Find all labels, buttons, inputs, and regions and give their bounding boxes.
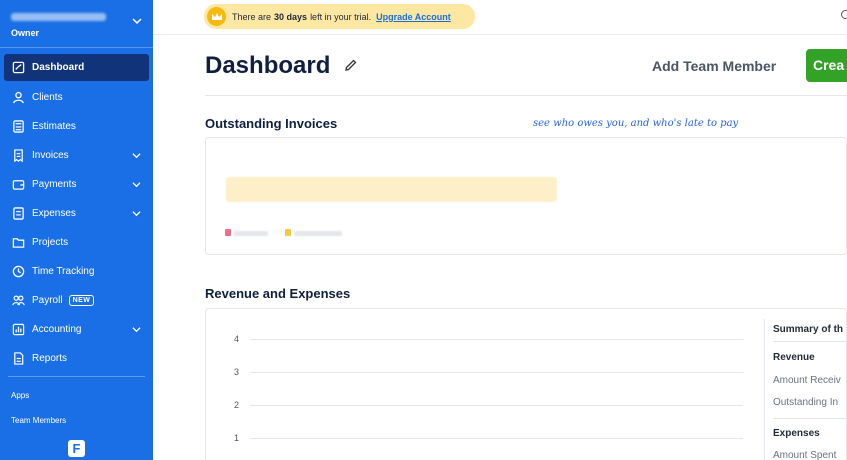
user-icon (11, 91, 25, 105)
trial-days: 30 days (274, 11, 308, 22)
sidebar-item-label: Expenses (32, 208, 76, 219)
legend-swatch-pink (225, 229, 231, 236)
trial-text-suffix: left in your trial. (310, 11, 372, 22)
grid-line (250, 405, 743, 406)
sidebar-item-invoices[interactable]: Invoices (4, 141, 149, 170)
y-tick-label: 3 (234, 367, 240, 377)
team-icon (11, 294, 25, 308)
grid-line (250, 438, 743, 439)
add-team-member-button[interactable]: Add Team Member (652, 58, 776, 74)
revenue-expenses-title: Revenue and Expenses (205, 286, 351, 301)
sidebar-item-label: Clients (32, 92, 63, 103)
wallet-icon (11, 178, 25, 192)
invoices-bar-placeholder (226, 177, 557, 202)
sidebar-item-label: Accounting (32, 324, 82, 335)
grid-line (250, 372, 743, 373)
summary-title: Summary of th (773, 324, 844, 335)
chevron-down-icon[interactable] (132, 180, 141, 189)
grid-line (250, 339, 743, 340)
new-badge: NEW (68, 295, 95, 306)
page-title: Dashboard (205, 52, 331, 79)
sidebar-link-team-members[interactable]: Team Members (11, 416, 66, 425)
summary-separator (764, 319, 765, 460)
outstanding-invoices-title: Outstanding Invoices (205, 116, 338, 131)
pencil-icon[interactable] (344, 58, 358, 72)
clock-icon (11, 265, 25, 279)
legend-label-blurred (294, 231, 342, 236)
chevron-down-icon[interactable] (132, 209, 141, 218)
trial-text-prefix: There are (232, 11, 272, 22)
sidebar-item-projects[interactable]: Projects (4, 228, 149, 257)
sidebar-nav: Dashboard Clients Estimates Invoices Pay… (4, 54, 149, 373)
sidebar-item-label: Projects (32, 237, 69, 248)
legend-swatch-yellow (285, 229, 291, 236)
sidebar: Owner Dashboard Clients Estimates Invoic… (0, 0, 153, 460)
upgrade-account-link[interactable]: Upgrade Account (376, 12, 451, 22)
summary-outstanding: Outstanding In (773, 397, 839, 408)
y-tick-label: 1 (234, 433, 240, 443)
sidebar-item-label: Payments (32, 179, 77, 190)
sidebar-item-accounting[interactable]: Accounting (4, 315, 149, 344)
create-button[interactable]: Crea (806, 49, 847, 82)
invoice-icon (11, 149, 25, 163)
receipt-icon (11, 207, 25, 221)
bar-chart-icon (11, 323, 25, 337)
summary-amount-received: Amount Receiv (773, 375, 841, 386)
chevron-down-icon[interactable] (132, 16, 142, 26)
sidebar-item-estimates[interactable]: Estimates (4, 112, 149, 141)
folder-icon (11, 236, 25, 250)
sidebar-item-label: Invoices (32, 150, 69, 161)
chevron-down-icon[interactable] (132, 151, 141, 160)
business-switcher[interactable]: Owner (0, 0, 153, 48)
sidebar-item-dashboard[interactable]: Dashboard (4, 54, 149, 81)
dashboard-icon (11, 61, 25, 75)
header-divider (153, 34, 847, 35)
summary-expenses-label: Expenses (773, 428, 820, 439)
sidebar-item-label: Estimates (32, 121, 76, 132)
summary-revenue-label: Revenue (773, 352, 815, 363)
chevron-down-icon[interactable] (132, 325, 141, 334)
sidebar-item-label: Time Tracking (32, 266, 95, 277)
sidebar-item-reports[interactable]: Reports (4, 344, 149, 373)
sidebar-item-clients[interactable]: Clients (4, 83, 149, 112)
sidebar-item-expenses[interactable]: Expenses (4, 199, 149, 228)
report-icon (11, 352, 25, 366)
sidebar-item-payments[interactable]: Payments (4, 170, 149, 199)
summary-amount-spent: Amount Spent (773, 450, 837, 460)
legend-label-blurred (234, 231, 268, 236)
outstanding-invoices-hint: see who owes you, and who's late to pay (533, 118, 739, 129)
title-divider (205, 95, 847, 96)
sidebar-divider (8, 376, 145, 377)
trial-banner: There are 30 days left in your trial. Up… (204, 4, 475, 29)
sidebar-link-apps[interactable]: Apps (11, 391, 29, 400)
business-name-blurred (11, 13, 106, 21)
business-role: Owner (11, 28, 40, 38)
sidebar-item-label: Reports (32, 353, 68, 364)
app-window: Owner Dashboard Clients Estimates Invoic… (0, 0, 847, 460)
y-tick-label: 2 (234, 400, 240, 410)
y-tick-label: 4 (234, 334, 240, 344)
calculator-icon (11, 120, 25, 134)
sidebar-item-label: Payroll (32, 295, 63, 306)
brand-logo: F (68, 440, 85, 457)
crown-icon (207, 7, 226, 26)
sidebar-item-time-tracking[interactable]: Time Tracking (4, 257, 149, 286)
summary-divider (773, 341, 847, 342)
sidebar-item-payroll[interactable]: Payroll NEW (4, 286, 149, 315)
search-icon[interactable] (841, 10, 847, 19)
summary-divider (773, 418, 847, 419)
sidebar-item-label: Dashboard (32, 62, 85, 73)
